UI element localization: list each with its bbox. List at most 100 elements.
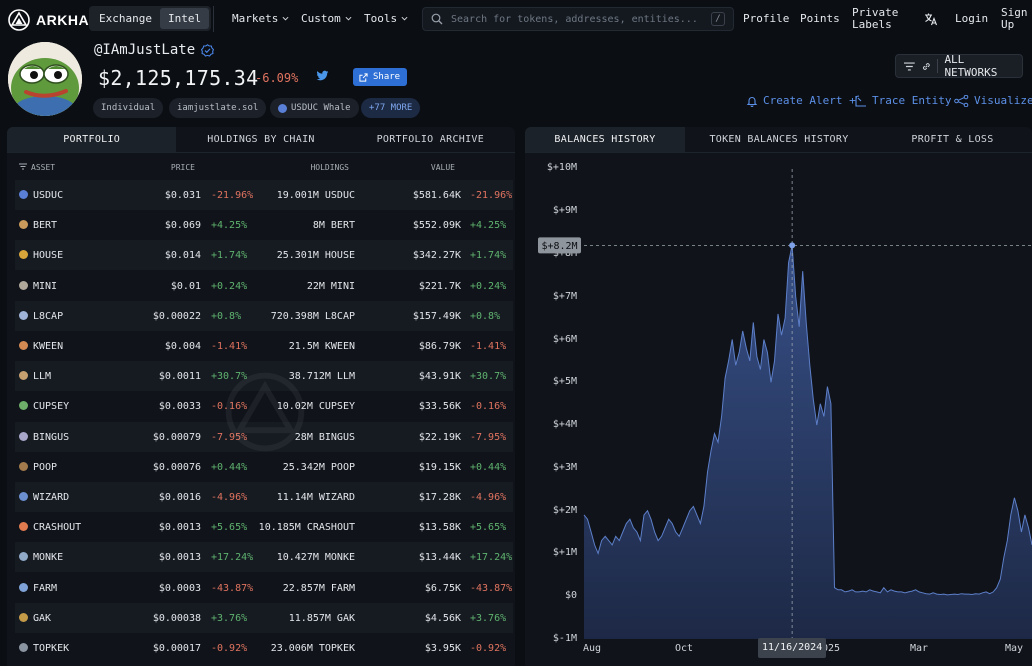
nav-divider xyxy=(213,6,214,32)
chip-individual[interactable]: Individual xyxy=(93,98,164,118)
chip-sns-domain[interactable]: iamjustlate.sol xyxy=(169,98,267,118)
chip-more-tags[interactable]: +77 MORE xyxy=(361,98,421,118)
asset-symbol[interactable]: GAK xyxy=(33,613,51,624)
tab-holdings-by-chain[interactable]: HOLDINGS BY CHAIN xyxy=(176,127,345,152)
token-icon xyxy=(19,492,28,501)
trace-icon xyxy=(855,94,866,107)
asset-symbol[interactable]: KWEEN xyxy=(33,341,63,352)
token-icon xyxy=(19,401,28,411)
twitter-icon[interactable] xyxy=(316,70,329,82)
trace-entity-button[interactable]: Trace Entity xyxy=(855,94,951,107)
translate-icon[interactable] xyxy=(924,12,938,26)
token-icon xyxy=(19,431,28,441)
asset-value: $221.7K xyxy=(418,280,461,292)
create-alert-label: Create Alert + xyxy=(763,94,856,107)
token-icon xyxy=(19,643,28,652)
entity-handle: @IAmJustLate xyxy=(94,42,215,58)
asset-symbol[interactable]: BINGUS xyxy=(33,432,69,443)
asset-holdings: 19.001M USDUC xyxy=(276,190,355,201)
table-row[interactable]: POOP $0.00076 +0.44% 25.342M POOP $19.15K +0.… xyxy=(15,452,513,482)
share-button[interactable]: Share xyxy=(353,68,408,86)
seg-exchange[interactable]: Exchange xyxy=(91,8,160,29)
asset-symbol[interactable]: L8CAP xyxy=(33,311,63,322)
asset-holdings: 11.14M WIZARD xyxy=(276,492,355,503)
asset-price: $0.00079 xyxy=(152,431,201,443)
verified-badge-icon xyxy=(201,43,215,57)
asset-symbol[interactable]: LLM xyxy=(33,371,51,382)
value-change: -7.95% xyxy=(470,431,507,443)
table-row[interactable]: WIZARD $0.0016 -4.96% 11.14M WIZARD $17.28K -… xyxy=(15,482,513,512)
total-balance: $2,125,175.34 xyxy=(98,66,259,90)
value-change: +0.24% xyxy=(470,280,507,292)
sort-icon[interactable] xyxy=(19,163,27,170)
seg-intel[interactable]: Intel xyxy=(159,8,210,29)
visualize-button[interactable]: Visualize xyxy=(954,94,1032,107)
link-icon xyxy=(922,62,930,70)
trace-entity-label: Trace Entity xyxy=(872,94,952,107)
asset-symbol[interactable]: MONKE xyxy=(33,552,63,563)
balance-chart[interactable]: $+8.2M xyxy=(525,127,1032,666)
table-row[interactable]: HOUSE $0.014 +1.74% 25.301M HOUSE $342.27K +1… xyxy=(15,240,513,271)
table-row[interactable]: MINI $0.01 +0.24% 22M MINI $221.7K +0.24% xyxy=(15,271,513,301)
asset-symbol[interactable]: WIZARD xyxy=(33,492,69,503)
table-row[interactable]: MONKE $0.0013 +17.24% 10.427M MONKE $13.44K +… xyxy=(15,542,513,573)
token-icon xyxy=(19,371,28,381)
token-icon xyxy=(19,522,28,532)
asset-symbol[interactable]: TOPKEK xyxy=(33,643,69,654)
signup-link[interactable]: Sign Up xyxy=(1001,7,1028,31)
tab-portfolio[interactable]: PORTFOLIO xyxy=(7,127,177,152)
asset-value: $43.91K xyxy=(418,371,461,383)
value-change: -43.87% xyxy=(470,582,513,594)
login-link[interactable]: Login xyxy=(955,13,988,25)
asset-price: $0.0016 xyxy=(158,492,201,503)
asset-holdings: 11.857M GAK xyxy=(288,612,355,624)
col-asset[interactable]: ASSET xyxy=(31,163,55,172)
table-row[interactable]: FARM $0.0003 -43.87% 22.857M FARM $6.75K -43.… xyxy=(15,573,513,603)
table-row[interactable]: KWEEN $0.004 -1.41% 21.5M KWEEN $86.79K -1.41… xyxy=(15,331,513,361)
arkham-logo-icon xyxy=(8,9,30,31)
table-row[interactable]: USDUC $0.031 -21.96% 19.001M USDUC $581.64K -… xyxy=(15,180,513,210)
price-change: +0.44% xyxy=(211,461,248,473)
token-icon xyxy=(19,220,28,230)
asset-price: $0.00017 xyxy=(152,643,201,654)
table-row[interactable]: TOPKEK $0.00017 -0.92% 23.006M TOPKEK $3.95K… xyxy=(15,633,513,663)
search-input[interactable] xyxy=(451,13,701,25)
table-header: ASSET PRICE HOLDINGS VALUE xyxy=(7,155,515,179)
table-row[interactable]: L8CAP $0.00022 +0.8% 720.398M L8CAP $157.49K… xyxy=(15,300,513,331)
private-labels-link[interactable]: Private Labels xyxy=(852,7,898,31)
chip-usduc-whale[interactable]: USDUC Whale xyxy=(270,98,359,118)
network-filter-button[interactable]: ALL NETWORKS xyxy=(895,53,1023,79)
asset-symbol[interactable]: POOP xyxy=(33,462,57,473)
price-change: +4.25% xyxy=(211,220,248,232)
asset-value: $22.19K xyxy=(418,431,461,443)
asset-symbol[interactable]: FARM xyxy=(33,583,57,594)
asset-symbol[interactable]: HOUSE xyxy=(33,250,63,261)
col-price[interactable]: PRICE xyxy=(171,163,195,172)
asset-symbol[interactable]: CRASHOUT xyxy=(33,522,81,533)
markets-menu[interactable]: Markets xyxy=(232,12,289,25)
asset-symbol[interactable]: BERT xyxy=(33,220,57,231)
asset-holdings: 21.5M KWEEN xyxy=(288,341,355,352)
value-change: +5.65% xyxy=(470,522,507,534)
table-row[interactable]: GAK $0.00038 +3.76% 11.857M GAK $4.56K +3.76% xyxy=(15,602,513,633)
asset-symbol[interactable]: USDUC xyxy=(33,190,63,201)
table-row[interactable]: CRASHOUT $0.0013 +5.65% 10.185M CRASHOUT $13… xyxy=(15,512,513,542)
tooltip-value-badge: $+8.2M xyxy=(538,237,581,254)
x-tick-label: Mar xyxy=(910,643,929,654)
col-value[interactable]: VALUE xyxy=(431,163,455,172)
asset-symbol[interactable]: CUPSEY xyxy=(33,401,69,412)
points-link[interactable]: Points xyxy=(800,13,840,25)
asset-symbol[interactable]: MINI xyxy=(33,281,57,292)
brand-logo[interactable]: ARKHAM xyxy=(8,9,101,31)
price-change: -21.96% xyxy=(211,190,254,201)
token-icon xyxy=(19,582,28,592)
table-row[interactable]: BERT $0.069 +4.25% 8M BERT $552.09K +4.25% xyxy=(15,210,513,240)
tools-label: Tools xyxy=(364,12,398,25)
tab-portfolio-archive[interactable]: PORTFOLIO ARCHIVE xyxy=(346,127,515,152)
custom-menu[interactable]: Custom xyxy=(301,12,352,25)
tools-menu[interactable]: Tools xyxy=(364,12,408,25)
create-alert-button[interactable]: Create Alert + xyxy=(746,94,856,107)
profile-link[interactable]: Profile xyxy=(743,13,789,25)
col-holdings[interactable]: HOLDINGS xyxy=(310,163,349,172)
asset-holdings: 25.301M HOUSE xyxy=(276,250,355,262)
